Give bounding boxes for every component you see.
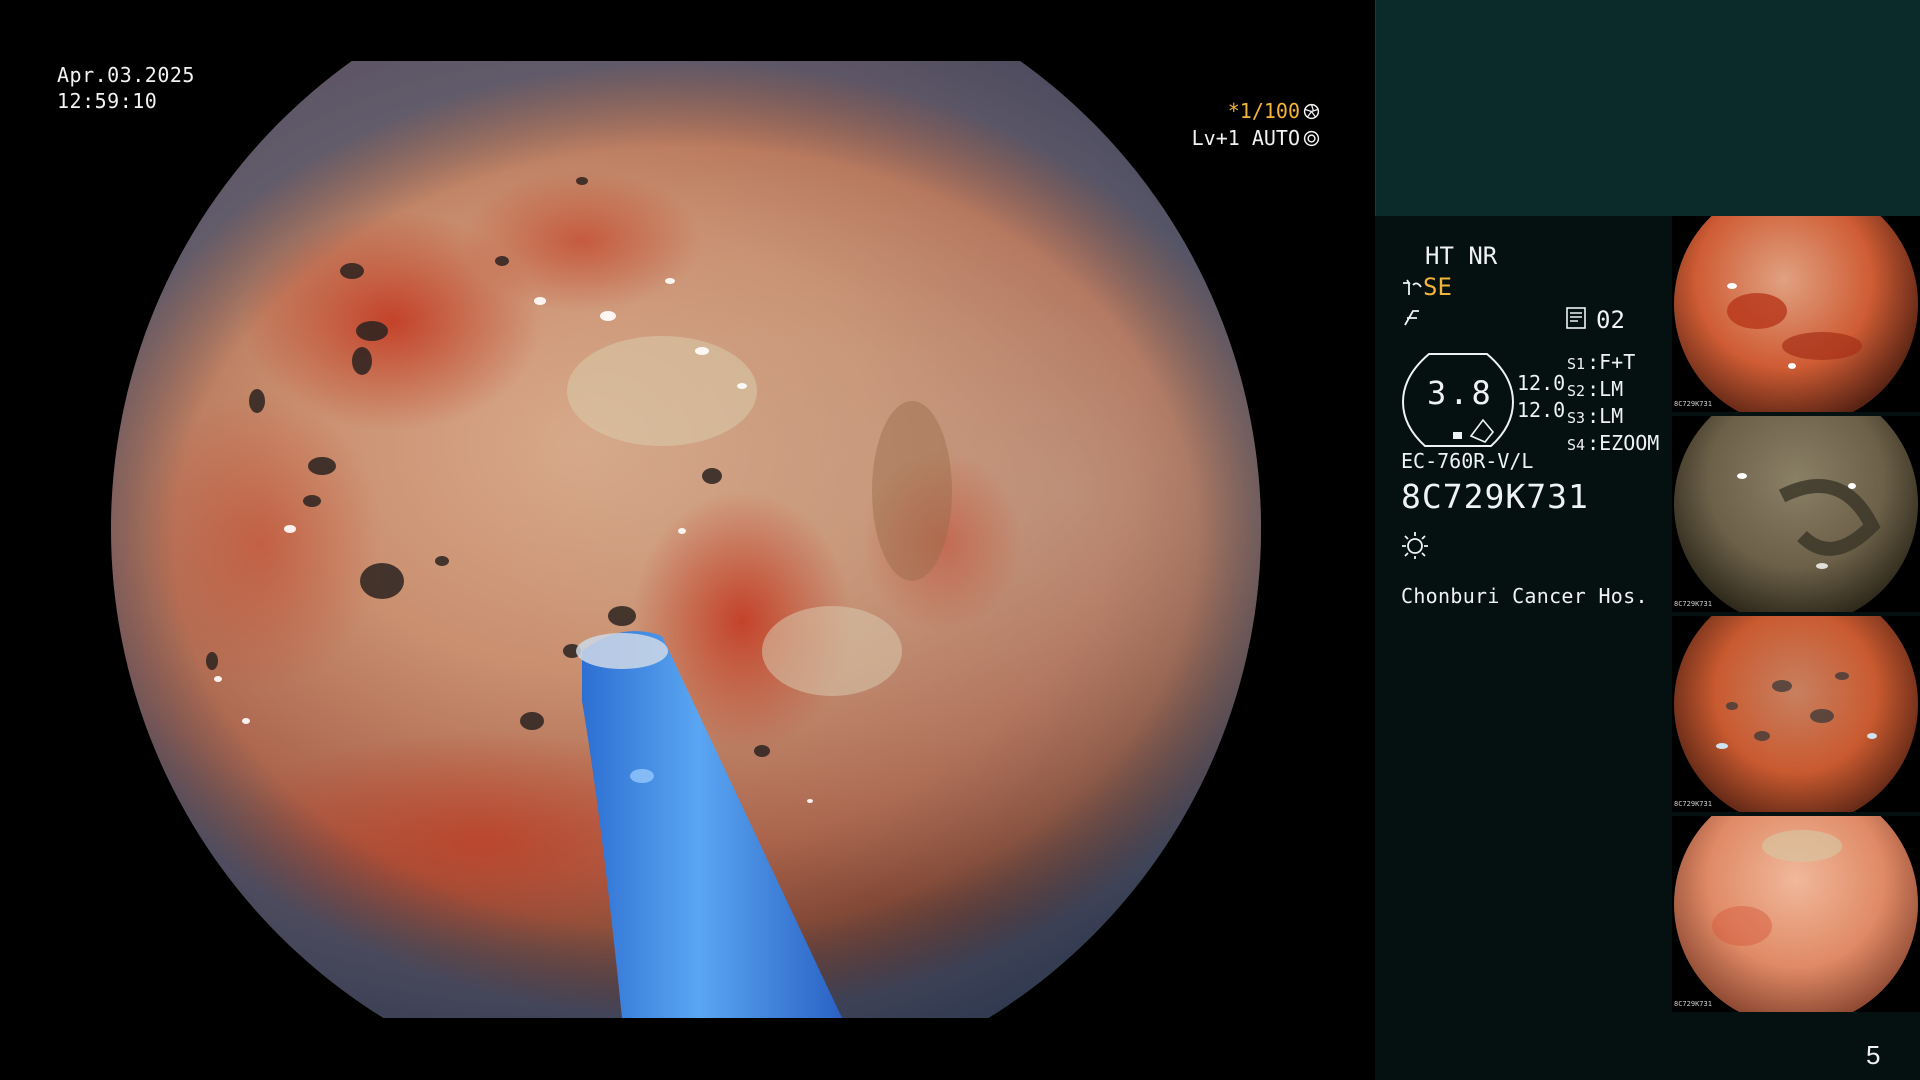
processing-mode: HT NR [1425, 242, 1498, 270]
se-label: SE [1423, 273, 1452, 301]
endoscopy-screen: Apr.03.2025 12:59:10 *1/100 Lv+1 AUTO HT… [0, 0, 1920, 1080]
capture-thumbnail[interactable]: 8C729K731 [1672, 616, 1920, 812]
switch-item: S2:LM [1567, 377, 1624, 401]
switch-item: S1:F+T [1567, 350, 1636, 374]
aperture-icon [1303, 103, 1320, 120]
capture-thumbnail[interactable]: 8C729K731 [1672, 816, 1920, 1012]
thumbnail-serial: 8C729K731 [1674, 600, 1712, 608]
thumbnail-serial: 8C729K731 [1674, 1000, 1712, 1008]
time-text: 12:59:10 [57, 89, 158, 113]
hospital-name: Chonburi Cancer Hos. [1401, 584, 1648, 608]
date-text: Apr.03.2025 [57, 63, 195, 87]
structure-enhance-icon [1403, 279, 1422, 295]
freeze-icon [1401, 307, 1423, 335]
scope-serial: 8C729K731 [1401, 477, 1589, 516]
endoscopic-view [62, 61, 1310, 1018]
parameter-value-1: 12.0 [1517, 371, 1566, 395]
iris-value: 3.8 [1427, 374, 1494, 412]
info-header-panel [1375, 0, 1920, 216]
switch-item: S3:LM [1567, 404, 1624, 428]
shutter-speed-text: *1/100 [1227, 99, 1300, 123]
capture-thumbnail[interactable]: 8C729K731 [1672, 416, 1920, 612]
switch-item: S4:EZOOM [1567, 431, 1660, 455]
capture-thumbnail[interactable]: 8C729K731 [1672, 216, 1920, 412]
scope-model: EC-760R-V/L [1401, 449, 1534, 473]
parameter-value-2: 12.0 [1517, 398, 1566, 422]
page-number: 5 [1866, 1040, 1881, 1070]
parameter-values: 12.0 12.0 [1517, 370, 1565, 424]
thumbnail-serial: 8C729K731 [1674, 400, 1712, 408]
level-mode-text: Lv+1 AUTO [1191, 126, 1300, 150]
timestamp: Apr.03.2025 12:59:10 [57, 62, 195, 114]
scope-switch-list: S1:F+T S2:LM S3:LM S4:EZOOM [1567, 350, 1659, 458]
auto-target-icon [1303, 130, 1320, 147]
structure-enhance-row: SE [1401, 273, 1452, 301]
record-icon [1566, 307, 1586, 329]
light-source-icon [1402, 532, 1428, 559]
record-count: 02 [1596, 306, 1625, 334]
thumbnail-serial: 8C729K731 [1674, 800, 1712, 808]
exposure-indicator: *1/100 Lv+1 AUTO [720, 98, 1320, 152]
